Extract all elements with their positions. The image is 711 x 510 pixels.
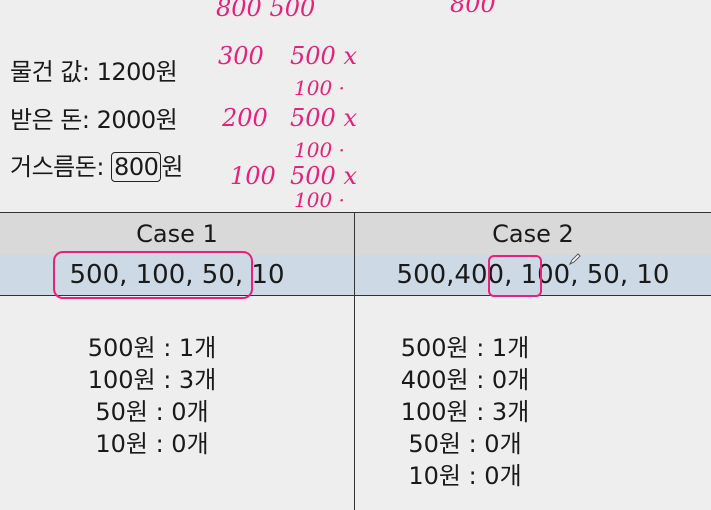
case1-count-line: 50원 : 0개	[95, 398, 209, 426]
handwriting-row1-b: 500 x	[290, 42, 357, 70]
case2-coins-pre: 500,	[396, 260, 455, 290]
handwriting-top-right: 800	[450, 0, 496, 18]
case2-count-line: 10원 : 0개	[408, 462, 522, 490]
price-text: 물건 값: 1200원	[10, 58, 178, 86]
pen-cursor-icon	[568, 253, 581, 266]
handwriting-row1-c: 100 ·	[294, 76, 345, 100]
handwriting-row2-c: 100 ·	[294, 138, 345, 162]
case2-count-line: 500원 : 1개	[400, 334, 530, 362]
handwriting-row3-b: 500 x	[290, 162, 357, 190]
handwriting-row3-a: 100	[230, 162, 276, 190]
case2-highlight-box	[488, 255, 542, 297]
case1-header: Case 1	[0, 212, 354, 256]
change-value-box: 800	[111, 152, 162, 182]
case1-count-line: 500원 : 1개	[87, 334, 217, 362]
handwriting-top-left: 800 500	[216, 0, 316, 22]
case2-counts: 500원 : 1개 400원 : 0개 100원 : 3개 50원 : 0개 1…	[355, 332, 711, 492]
paid-text: 받은 돈: 2000원	[10, 106, 178, 134]
change-text: 거스름돈: 800 원	[10, 147, 183, 182]
case1-count-line: 10원 : 0개	[95, 430, 209, 458]
handwriting-row3-c: 100 ·	[294, 188, 345, 212]
case2-count-line: 400원 : 0개	[400, 366, 530, 394]
handwriting-row2-b: 500 x	[290, 104, 357, 132]
change-unit: 원	[161, 153, 183, 181]
case1-counts: 500원 : 1개 100원 : 3개 50원 : 0개 10원 : 0개	[0, 332, 304, 460]
change-label: 거스름돈:	[10, 153, 112, 181]
case2-count-line: 100원 : 3개	[400, 398, 530, 426]
case1-count-line: 100원 : 3개	[87, 366, 217, 394]
case2-header: Case 2	[355, 212, 711, 256]
case1-highlight-oval	[53, 251, 253, 299]
handwriting-row1-a: 300	[218, 42, 264, 70]
handwriting-row2-a: 200	[222, 104, 268, 132]
case2-count-line: 50원 : 0개	[408, 430, 522, 458]
